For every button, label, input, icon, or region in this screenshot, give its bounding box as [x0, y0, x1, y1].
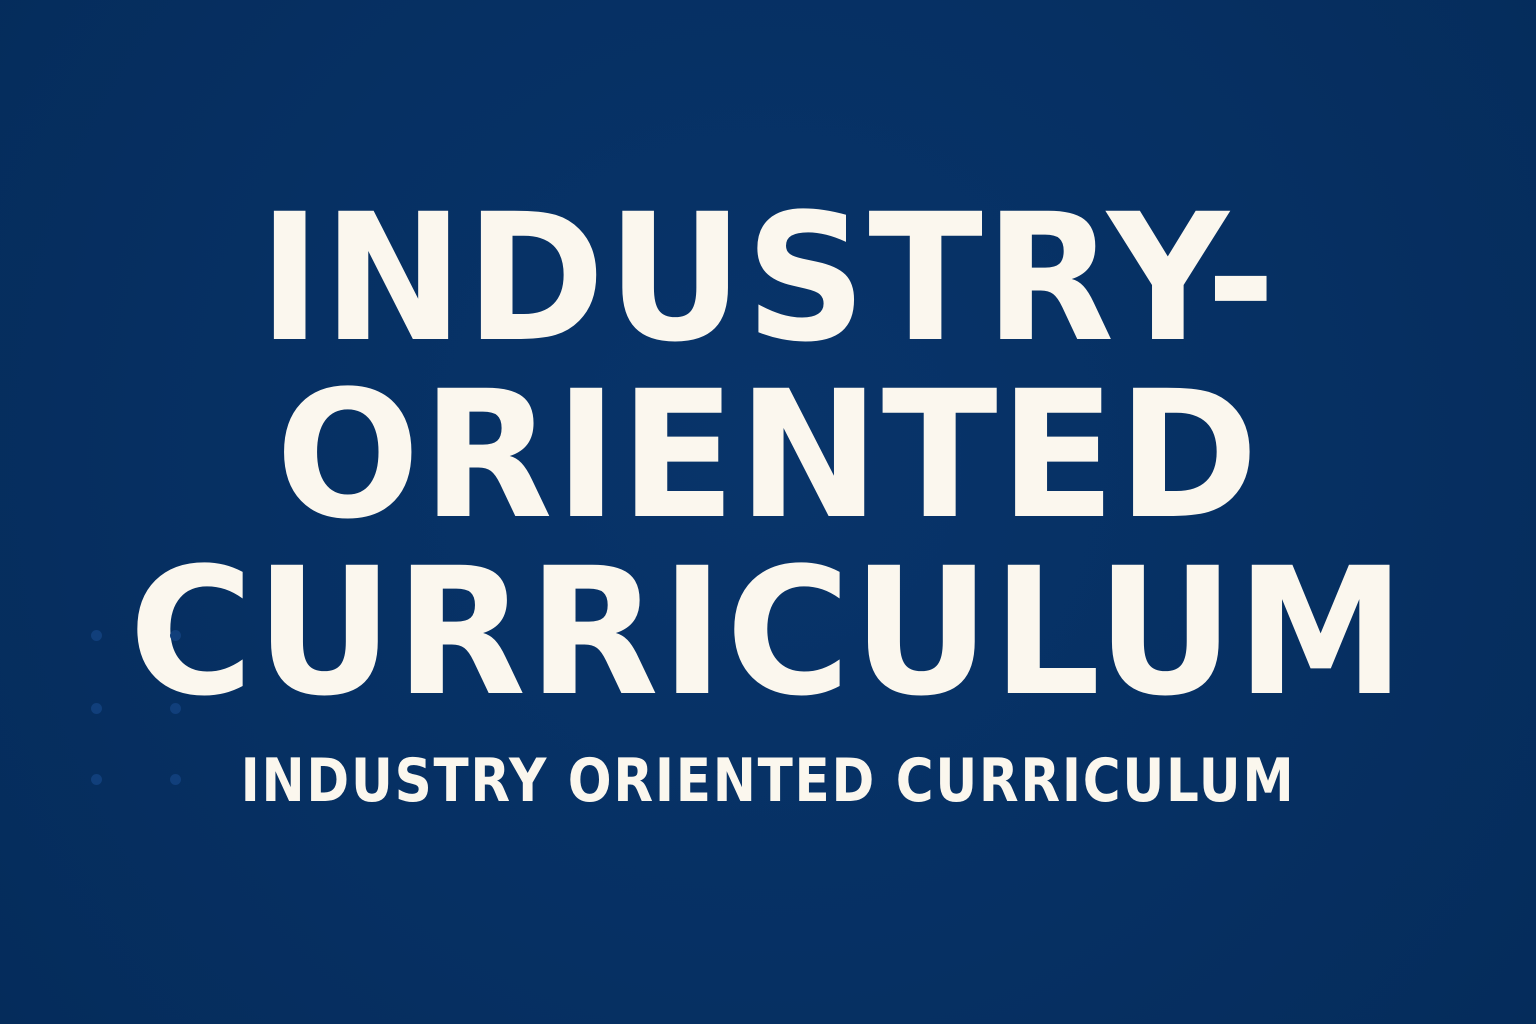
decorative-dot: [91, 774, 102, 785]
decorative-dot: [91, 703, 102, 714]
headline: INDUSTRY- ORIENTED CURRICULUM: [0, 190, 1536, 721]
headline-line-2: ORIENTED: [275, 353, 1261, 558]
decorative-dot: [170, 630, 181, 641]
headline-line-3: CURRICULUM: [128, 530, 1408, 735]
decorative-dot: [91, 630, 102, 641]
decorative-dot: [170, 774, 181, 785]
decorative-dot: [170, 703, 181, 714]
headline-line-1: INDUSTRY-: [258, 176, 1278, 381]
subtitle: INDUSTRY ORIENTED CURRICULUM: [240, 746, 1296, 816]
background-panel: INDUSTRY- ORIENTED CURRICULUM INDUSTRY O…: [0, 0, 1536, 1024]
